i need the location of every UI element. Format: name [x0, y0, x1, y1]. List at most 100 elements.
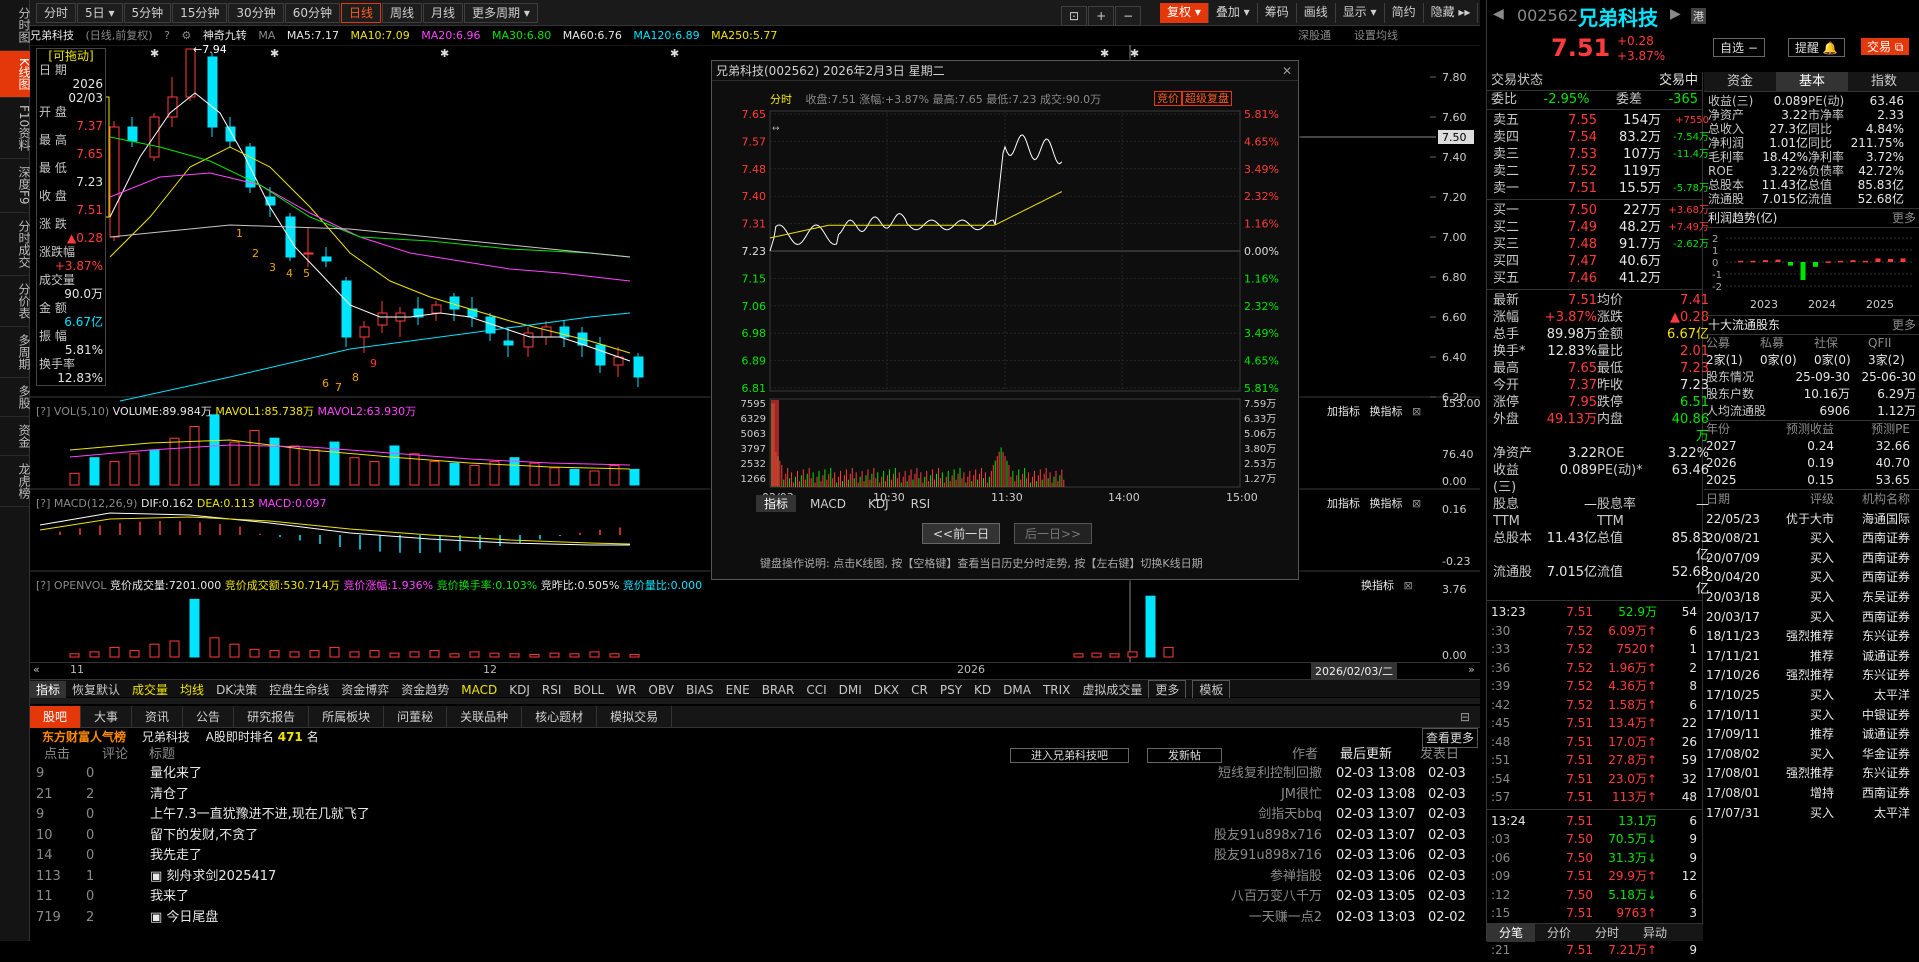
swap-indicator-button[interactable]: 换指标 [1370, 497, 1403, 510]
fundamentals-tab[interactable]: 基本 [1776, 72, 1848, 91]
indicator-tab[interactable]: 成交量 [126, 681, 174, 699]
rating-row[interactable]: 17/08/01 强烈推荐 东兴证券 [1704, 764, 1919, 784]
indicator-tab[interactable]: DMI [833, 681, 868, 699]
popup-tab[interactable]: KDJ [860, 497, 897, 511]
post-title[interactable]: 上午7.3一直犹豫进不进,现在几就飞了 [150, 805, 370, 826]
nav-item[interactable]: 多股 [0, 378, 31, 417]
rating-row[interactable]: 20/08/21 买入 西南证券 [1704, 529, 1919, 549]
indicator-tab[interactable]: 更多 [1148, 680, 1187, 700]
option-button[interactable]: 画线 [1297, 3, 1336, 23]
nav-item[interactable]: 分价表 [0, 276, 31, 327]
new-post-button[interactable]: 发新帖 [1147, 748, 1222, 763]
help-icon[interactable]: [?] [36, 579, 50, 592]
indicator-tab[interactable]: BIAS [680, 681, 720, 699]
nav-item[interactable]: 多周期 [0, 327, 31, 378]
bottom-tab[interactable]: 核心题材 [522, 706, 598, 728]
zoom-in-icon[interactable]: + [1088, 6, 1115, 26]
buy-order-row[interactable]: 买三 7.48 91.7万 -2.62万 [1487, 236, 1709, 253]
super-replay-button[interactable]: 超级复盘 [1182, 91, 1232, 106]
strategy-label[interactable]: 神奇九转 [203, 29, 247, 42]
buy-order-row[interactable]: 买二 7.49 48.2万 +7.49万 [1487, 219, 1709, 236]
rating-row[interactable]: 22/05/23 优于大市 海通国际 [1704, 510, 1919, 530]
rating-row[interactable]: 17/08/02 买入 华金证券 [1704, 745, 1919, 765]
popup-tab[interactable]: MACD [802, 497, 854, 511]
buy-order-row[interactable]: 买四 7.47 40.6万 [1487, 253, 1702, 270]
profit-more-link[interactable]: 更多 [1892, 209, 1916, 227]
col-posted[interactable]: 发表日 [1420, 746, 1459, 764]
sell-order-row[interactable]: 卖二 7.52 119万 [1487, 163, 1702, 180]
tick-subtab[interactable]: 分笔 [1487, 924, 1536, 942]
post-title[interactable]: 我先走了 [150, 846, 202, 867]
event-marker-icon[interactable]: ✱ [270, 47, 279, 60]
indicator-tab[interactable]: PSY [934, 681, 968, 699]
option-button[interactable]: 隐藏 ▸▸ [1424, 3, 1479, 23]
col-comments[interactable]: 评论 [102, 746, 128, 764]
indicator-tab[interactable]: MACD [455, 681, 503, 699]
option-button[interactable]: 叠加 ▾ [1209, 3, 1258, 23]
post-title[interactable]: ▣ 刻舟求剑2025417 [150, 867, 276, 888]
post-author[interactable]: 股友91u898x716 [1214, 826, 1322, 847]
indicator-tab[interactable]: BRAR [756, 681, 801, 699]
post-title[interactable]: 我来了 [150, 887, 189, 908]
scroll-right-icon[interactable]: » [1468, 663, 1475, 676]
help-icon[interactable]: [?] [36, 405, 50, 418]
remind-button[interactable]: 提醒 🔔 [1788, 38, 1845, 57]
rating-row[interactable]: 17/10/25 买入 太平洋 [1704, 686, 1919, 706]
gear-icon[interactable]: ⚙ [181, 29, 191, 42]
next-day-button[interactable]: 后一日>> [1013, 523, 1093, 544]
bottom-tab[interactable]: 问董秘 [384, 706, 448, 728]
add-indicator-button[interactable]: 加指标 [1327, 405, 1360, 418]
fundamentals-tab[interactable]: 资金 [1704, 72, 1776, 91]
post-author[interactable]: JM很忙 [1281, 785, 1322, 806]
indicator-tab[interactable]: BOLL [567, 681, 610, 699]
event-marker-icon[interactable]: ✱ [1130, 47, 1139, 60]
indicator-tab[interactable]: 指标 [30, 681, 67, 699]
period-button[interactable]: 5日 ▾ [77, 3, 123, 23]
post-row[interactable]: 9 0 上午7.3一直犹豫进不进,现在几就飞了 剑指天bbq 02-03 13:07 02… [30, 805, 1480, 826]
option-button[interactable]: 简约 [1385, 3, 1424, 23]
col-title[interactable]: 标题 [149, 746, 175, 764]
zoom-out-icon[interactable]: − [1115, 6, 1142, 26]
rating-row[interactable]: 17/10/26 强烈推荐 东兴证券 [1704, 666, 1919, 686]
period-button[interactable]: 日线 [340, 3, 381, 23]
popup-tab[interactable]: RSI [903, 497, 939, 511]
event-marker-icon[interactable]: ✱ [440, 47, 449, 60]
drag-label[interactable]: [可拖动] [39, 49, 103, 63]
rating-row[interactable]: 20/04/20 买入 西南证券 [1704, 568, 1919, 588]
period-button[interactable]: 15分钟 [172, 3, 228, 23]
post-row[interactable]: 21 2 清仓了 JM很忙 02-03 13:08 02-03 [30, 785, 1480, 806]
rating-row[interactable]: 18/11/23 强烈推荐 东兴证券 [1704, 627, 1919, 647]
swap-indicator-button[interactable]: 换指标 [1361, 579, 1394, 592]
bottom-tab[interactable]: 研究报告 [234, 706, 310, 728]
holders-more-link[interactable]: 更多 [1892, 316, 1916, 334]
period-button[interactable]: 分时 [36, 3, 77, 23]
buy-order-row[interactable]: 买一 7.50 227万 +3.68万 [1487, 202, 1709, 219]
post-row[interactable]: 113 1 ▣ 刻舟求剑2025417 参禅指股 02-03 13:06 02-03 [30, 867, 1480, 888]
post-author[interactable]: 一天赚一点2 [1249, 908, 1322, 929]
trade-button[interactable]: 交易 ⧉ [1861, 38, 1910, 55]
post-row[interactable]: 11 0 我来了 八百万变八千万 02-03 13:05 02-03 [30, 887, 1480, 908]
indicator-tab[interactable]: ENE [720, 681, 756, 699]
buy-order-row[interactable]: 买五 7.46 41.2万 [1487, 270, 1702, 287]
post-title[interactable]: 留下的发财,不贪了 [150, 826, 258, 847]
hk-badge[interactable]: 港 [1691, 8, 1706, 24]
expand-arrow-icon[interactable]: ↔ [772, 124, 780, 134]
post-author[interactable]: 八百万变八千万 [1231, 887, 1322, 908]
ma-setting-button[interactable]: 设置均线 [1354, 27, 1398, 45]
tick-subtab[interactable]: 分价 [1535, 924, 1583, 942]
indicator-tab[interactable]: KD [968, 681, 997, 699]
post-author[interactable]: 股友91u898x716 [1214, 846, 1322, 867]
option-button[interactable]: 显示 ▾ [1336, 3, 1385, 23]
event-marker-icon[interactable]: ✱ [1100, 47, 1109, 60]
close-icon[interactable]: ⊠ [1412, 405, 1421, 418]
post-title[interactable]: 量化来了 [150, 764, 202, 785]
see-more-button[interactable]: 查看更多 [1422, 728, 1479, 748]
fav-button[interactable]: 自选 − [1713, 38, 1765, 57]
rating-row[interactable]: 17/07/31 买入 太平洋 [1704, 804, 1919, 824]
indicator-tab[interactable]: 资金趋势 [395, 681, 455, 699]
indicator-tab[interactable]: 虚拟成交量 [1076, 681, 1148, 699]
post-row[interactable]: 10 0 留下的发财,不贪了 股友91u898x716 02-03 13:07 02-03 [30, 826, 1480, 847]
bottom-tab[interactable]: 股吧 [30, 706, 82, 728]
period-button[interactable]: 30分钟 [228, 3, 284, 23]
post-author[interactable]: 剑指天bbq [1258, 805, 1322, 826]
